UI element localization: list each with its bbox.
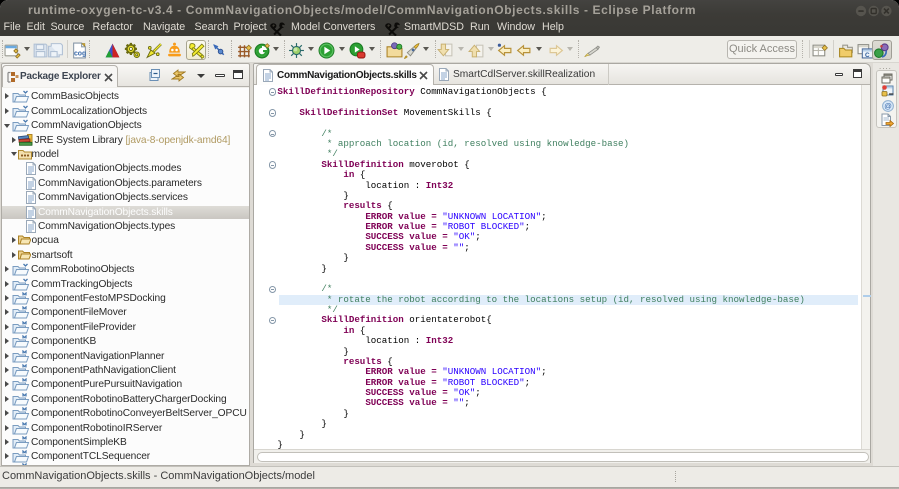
svg-text:@: @ bbox=[884, 102, 892, 111]
svg-text:C: C bbox=[865, 51, 870, 58]
svg-text:cog: cog bbox=[73, 50, 85, 57]
